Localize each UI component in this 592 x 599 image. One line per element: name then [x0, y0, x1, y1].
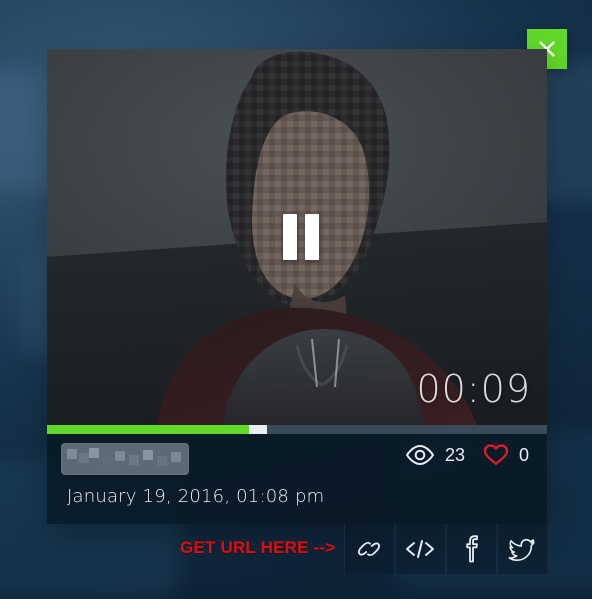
- redaction-pixel: [67, 449, 77, 459]
- link-icon: [357, 541, 381, 557]
- redaction-pixel: [115, 451, 125, 461]
- twitter-share-button[interactable]: [497, 524, 547, 574]
- pause-icon: [301, 237, 302, 238]
- video-progress-buffered: [249, 425, 267, 434]
- video-progress-bar[interactable]: [47, 425, 547, 434]
- pause-icon-bar: [305, 214, 319, 260]
- video-info-panel: 23 0 January 19, 2016, 01:08 pm: [47, 434, 547, 524]
- twitter-icon: [508, 538, 535, 561]
- get-url-annotation: GET URL HERE -->: [180, 538, 336, 557]
- likes-stat[interactable]: 0: [483, 444, 529, 466]
- redaction-pixel: [79, 453, 89, 463]
- heart-icon: [483, 444, 509, 466]
- redaction-pixel: [171, 452, 181, 462]
- publish-date: January 19, 2016, 01:08 pm: [67, 486, 325, 507]
- eye-icon: [405, 445, 435, 465]
- elapsed-time: 00:09: [416, 367, 531, 411]
- author-name-redacted: [61, 443, 189, 475]
- facebook-share-button[interactable]: [446, 524, 496, 574]
- redaction-pixel: [89, 448, 99, 458]
- redaction-pixel: [157, 456, 167, 466]
- copy-link-button[interactable]: [344, 524, 394, 574]
- redaction-pixel: [143, 450, 153, 460]
- facebook-icon: [466, 535, 478, 563]
- video-player[interactable]: 00:09: [47, 49, 547, 425]
- views-count: 23: [444, 444, 465, 465]
- share-row: GET URL HERE -->: [0, 524, 592, 574]
- video-modal: 00:09 23 0 January 19, 2016, 01:08 pm: [47, 49, 547, 524]
- views-stat: 23: [405, 445, 465, 466]
- video-stats: 23 0: [405, 444, 529, 466]
- embed-code-button[interactable]: [395, 524, 445, 574]
- likes-count: 0: [518, 444, 529, 465]
- video-progress-played: [47, 425, 249, 434]
- pause-icon-bar: [283, 214, 297, 260]
- code-icon: [406, 540, 434, 558]
- redaction-pixel: [129, 455, 139, 465]
- pause-button[interactable]: [279, 213, 323, 261]
- redaction-pixel: [103, 455, 113, 465]
